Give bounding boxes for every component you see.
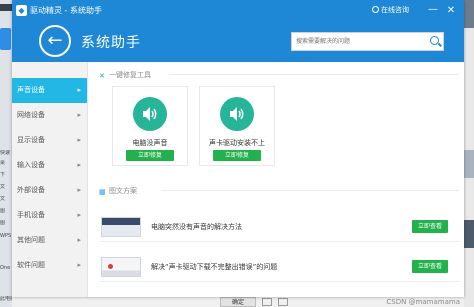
sidebar-item-other[interactable]: 其他问题 ▸ bbox=[12, 228, 87, 253]
sidebar-item-external[interactable]: 外部设备 ▸ bbox=[12, 178, 87, 203]
header: ← 系统助手 bbox=[12, 22, 464, 62]
window-icon[interactable] bbox=[278, 298, 288, 306]
sidebar-item-label: 软件问题 bbox=[17, 261, 45, 269]
desktop-label-9: One bbox=[0, 265, 11, 271]
desktop-label-6: 图 bbox=[0, 208, 6, 214]
fix-card-no-sound: 电脑没声音 立即修复 bbox=[112, 86, 188, 166]
sidebar-item-network[interactable]: 网络设备 ▸ bbox=[12, 103, 87, 128]
page-title: 系统助手 bbox=[81, 35, 141, 51]
wrench-icon: ✕ bbox=[99, 72, 105, 80]
chevron-right-icon: ▸ bbox=[77, 111, 81, 119]
desktop-label-3: 下 bbox=[0, 172, 6, 178]
window-title: 驱动精灵 - 系统助手 bbox=[30, 6, 102, 15]
app-logo-icon: ◆ bbox=[16, 5, 27, 16]
sidebar-item-label: 声音设备 bbox=[17, 86, 45, 94]
system-assistant-window: ◆ 驱动精灵 - 系统助手 在线咨询 — ✕ ← 系统助手 声音设备 ▸ 网络设… bbox=[12, 0, 464, 297]
speaker-icon bbox=[133, 97, 167, 131]
sidebar-item-display[interactable]: 显示设备 ▸ bbox=[12, 128, 87, 153]
desktop-label-2: 桌 bbox=[0, 160, 6, 166]
window-icon[interactable] bbox=[262, 298, 272, 306]
desktop-strip-tab bbox=[0, 4, 12, 11]
sidebar-item-label: 手机设备 bbox=[17, 211, 45, 219]
chevron-right-icon: ▸ bbox=[77, 136, 81, 144]
sidebar-item-label: 其他问题 bbox=[17, 236, 45, 244]
desktop-right-tile bbox=[464, 220, 474, 248]
desktop-label-5: 文 bbox=[0, 196, 6, 202]
main-panel: ✕ 一键修复工具 电脑没声音 立即修复 声卡驱动安装不上 立即修复 ▦ 图文方案… bbox=[89, 62, 464, 297]
fix-card-driver: 声卡驱动安装不上 立即修复 bbox=[199, 86, 275, 166]
fix-now-button[interactable]: 立即修复 bbox=[126, 150, 174, 161]
desktop-label-1: 快速 bbox=[0, 150, 11, 156]
section-title: 一键修复工具 bbox=[109, 71, 151, 79]
sidebar-item-label: 输入设备 bbox=[17, 161, 45, 169]
article-row: 解决“声卡驱动下载不完整出错误”的问题 立即查看 bbox=[99, 252, 461, 282]
chevron-right-icon: ▸ bbox=[77, 211, 81, 219]
article-title[interactable]: 解决“声卡驱动下载不完整出错误”的问题 bbox=[151, 262, 277, 272]
section-title: 图文方案 bbox=[109, 187, 137, 195]
search-input[interactable] bbox=[292, 33, 420, 50]
article-thumbnail bbox=[101, 217, 141, 237]
chevron-right-icon: ▸ bbox=[77, 161, 81, 169]
watermark: CSDN @mamamama bbox=[386, 298, 460, 306]
title-bar: ◆ 驱动精灵 - 系统助手 在线咨询 — ✕ bbox=[12, 0, 464, 22]
online-help-label: 在线咨询 bbox=[381, 6, 409, 14]
desktop-app-icon[interactable] bbox=[0, 28, 11, 50]
articles-heading: ▦ 图文方案 bbox=[99, 186, 459, 196]
sidebar-item-label: 网络设备 bbox=[17, 111, 45, 119]
desktop-label-10: 此电脑 bbox=[0, 296, 12, 302]
search-icon[interactable] bbox=[430, 36, 439, 45]
view-now-button[interactable]: 立即查看 bbox=[412, 220, 448, 233]
desktop-label-4: 文 bbox=[0, 184, 6, 190]
desktop-right-tile bbox=[464, 150, 474, 178]
chevron-right-icon: ▸ bbox=[77, 236, 81, 244]
sidebar-item-mobile[interactable]: 手机设备 ▸ bbox=[12, 203, 87, 228]
chevron-right-icon: ▸ bbox=[77, 186, 81, 194]
content-area: 声音设备 ▸ 网络设备 ▸ 显示设备 ▸ 输入设备 ▸ 外部设备 ▸ 手机设备 … bbox=[12, 62, 464, 297]
article-thumbnail bbox=[101, 257, 141, 277]
chevron-right-icon: ▸ bbox=[77, 261, 81, 269]
online-help-link[interactable]: 在线咨询 bbox=[372, 5, 409, 15]
speaker-icon bbox=[220, 97, 254, 131]
sidebar-item-software[interactable]: 软件问题 ▸ bbox=[12, 253, 87, 278]
document-icon: ▦ bbox=[99, 188, 106, 196]
desktop-right-tile bbox=[464, 0, 474, 28]
desktop-left-strip: 快速 桌 下 文 文 图 图 WPS One 此电脑 bbox=[0, 0, 12, 307]
chat-icon bbox=[372, 6, 379, 13]
confirm-button[interactable]: 确定 bbox=[220, 297, 256, 307]
desktop-right-strip bbox=[464, 0, 474, 307]
back-button[interactable]: ← bbox=[39, 25, 71, 57]
chevron-right-icon: ▸ bbox=[77, 86, 81, 94]
divider bbox=[161, 190, 459, 191]
fix-card-title: 声卡驱动安装不上 bbox=[209, 139, 265, 147]
view-now-button[interactable]: 立即查看 bbox=[412, 260, 448, 273]
desktop-label-7: 图 bbox=[0, 220, 6, 226]
close-button[interactable]: ✕ bbox=[444, 4, 458, 18]
minimize-button[interactable]: — bbox=[426, 4, 440, 18]
article-title[interactable]: 电脑突然没有声音的解决方法 bbox=[151, 222, 242, 232]
fix-now-button[interactable]: 立即修复 bbox=[213, 150, 261, 161]
sidebar: 声音设备 ▸ 网络设备 ▸ 显示设备 ▸ 输入设备 ▸ 外部设备 ▸ 手机设备 … bbox=[12, 62, 88, 297]
desktop-bottom-bar: 确定 CSDN @mamamama bbox=[12, 297, 464, 307]
desktop-label-8: WPS bbox=[0, 233, 12, 239]
search-box bbox=[291, 32, 444, 51]
article-row: 电脑突然没有声音的解决方法 立即查看 bbox=[99, 212, 461, 242]
error-icon bbox=[108, 264, 113, 269]
sidebar-item-label: 外部设备 bbox=[17, 186, 45, 194]
sidebar-item-input[interactable]: 输入设备 ▸ bbox=[12, 153, 87, 178]
fix-card-title: 电脑没声音 bbox=[132, 139, 168, 147]
arrow-left-icon: ← bbox=[47, 30, 63, 51]
sidebar-item-sound[interactable]: 声音设备 ▸ bbox=[12, 78, 87, 103]
quick-fix-heading: ✕ 一键修复工具 bbox=[99, 70, 459, 80]
divider bbox=[169, 74, 459, 75]
sidebar-item-label: 显示设备 bbox=[17, 136, 45, 144]
